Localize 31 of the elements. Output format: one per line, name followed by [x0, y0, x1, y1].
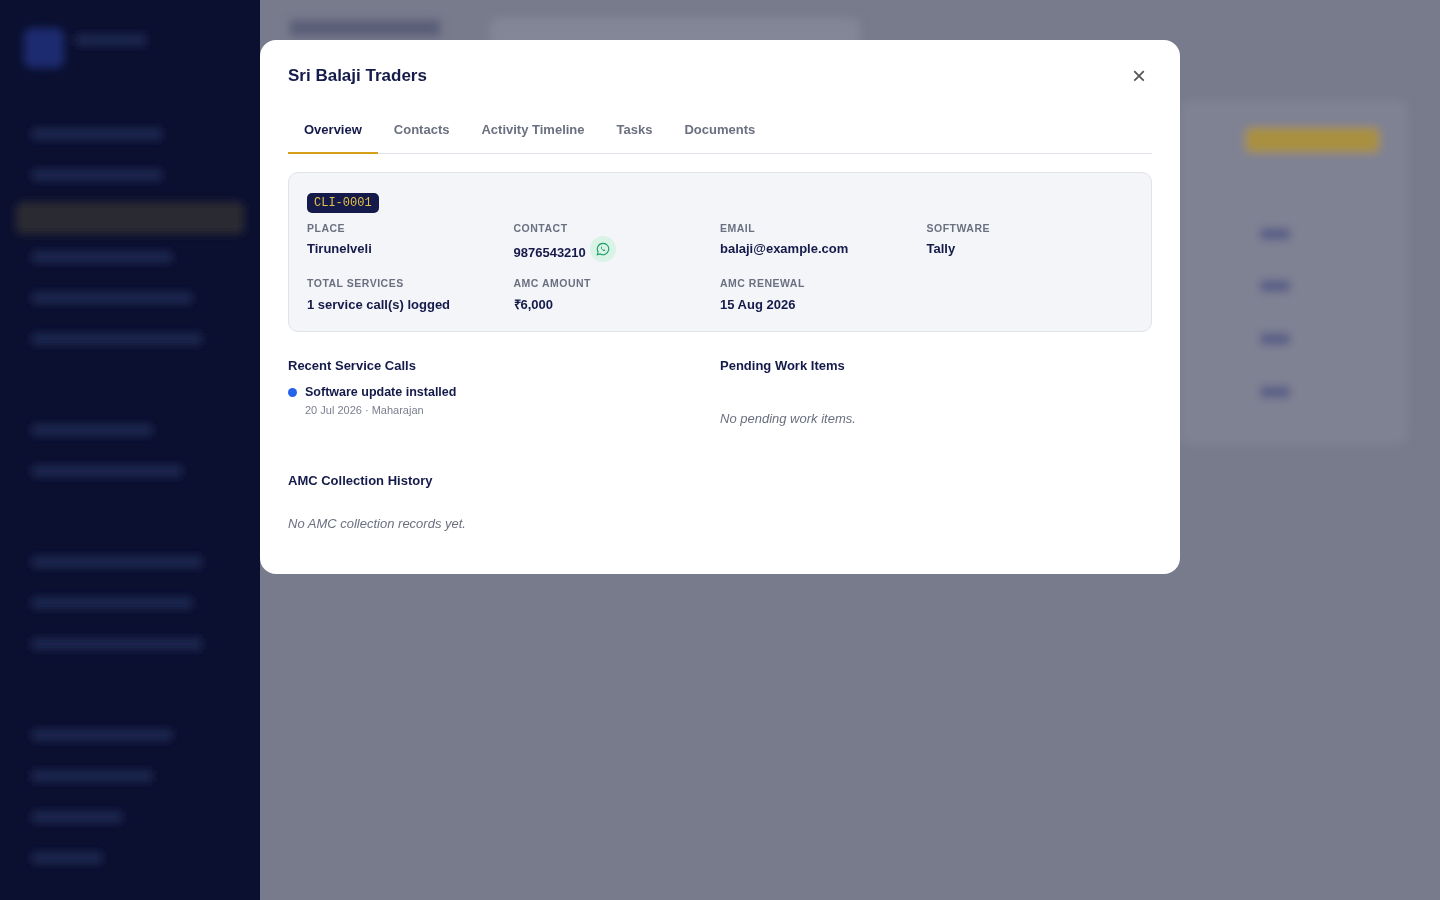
- field-label: TOTAL SERVICES: [307, 276, 405, 292]
- call-meta: 20 Jul 2026 · Maharajan: [305, 402, 425, 418]
- modal-title: Sri Balaji Traders: [288, 65, 427, 87]
- field-label: AMC AMOUNT: [513, 276, 592, 292]
- field-value: ₹6,000: [513, 296, 555, 314]
- tab[interactable]: Overview: [288, 110, 378, 154]
- section-title: AMC Collection History: [288, 471, 434, 490]
- field-value: 1 service call(s) logged: [307, 296, 452, 314]
- call-title: Software update installed: [305, 384, 457, 401]
- tab[interactable]: Activity Timeline: [465, 110, 601, 154]
- tab[interactable]: Tasks: [600, 110, 669, 154]
- close-button[interactable]: ×: [1126, 64, 1152, 88]
- chat-icon: [595, 242, 610, 257]
- field-value: 9876543210: [513, 243, 586, 262]
- tab[interactable]: Documents: [668, 110, 772, 154]
- client-code-badge: CLI-0001: [307, 192, 379, 213]
- empty-message: No pending work items.: [720, 410, 857, 428]
- field-value: 15 Aug 2026: [720, 296, 797, 314]
- empty-message: No AMC collection records yet.: [288, 515, 467, 533]
- field-value: Tirunelveli: [307, 240, 373, 259]
- field-label: PLACE: [307, 220, 347, 236]
- section-title: Pending Work Items: [720, 356, 846, 375]
- section-title: Recent Service Calls: [288, 356, 417, 375]
- field-value: balaji@example.com: [720, 240, 850, 259]
- whatsapp-button[interactable]: [589, 236, 616, 263]
- field-value: Tally: [926, 240, 957, 259]
- field-label: EMAIL: [720, 220, 757, 236]
- field-label: AMC RENEWAL: [720, 276, 806, 292]
- field-label: CONTACT: [513, 220, 569, 236]
- tab[interactable]: Contacts: [377, 110, 466, 154]
- field-label: SOFTWARE: [926, 220, 991, 236]
